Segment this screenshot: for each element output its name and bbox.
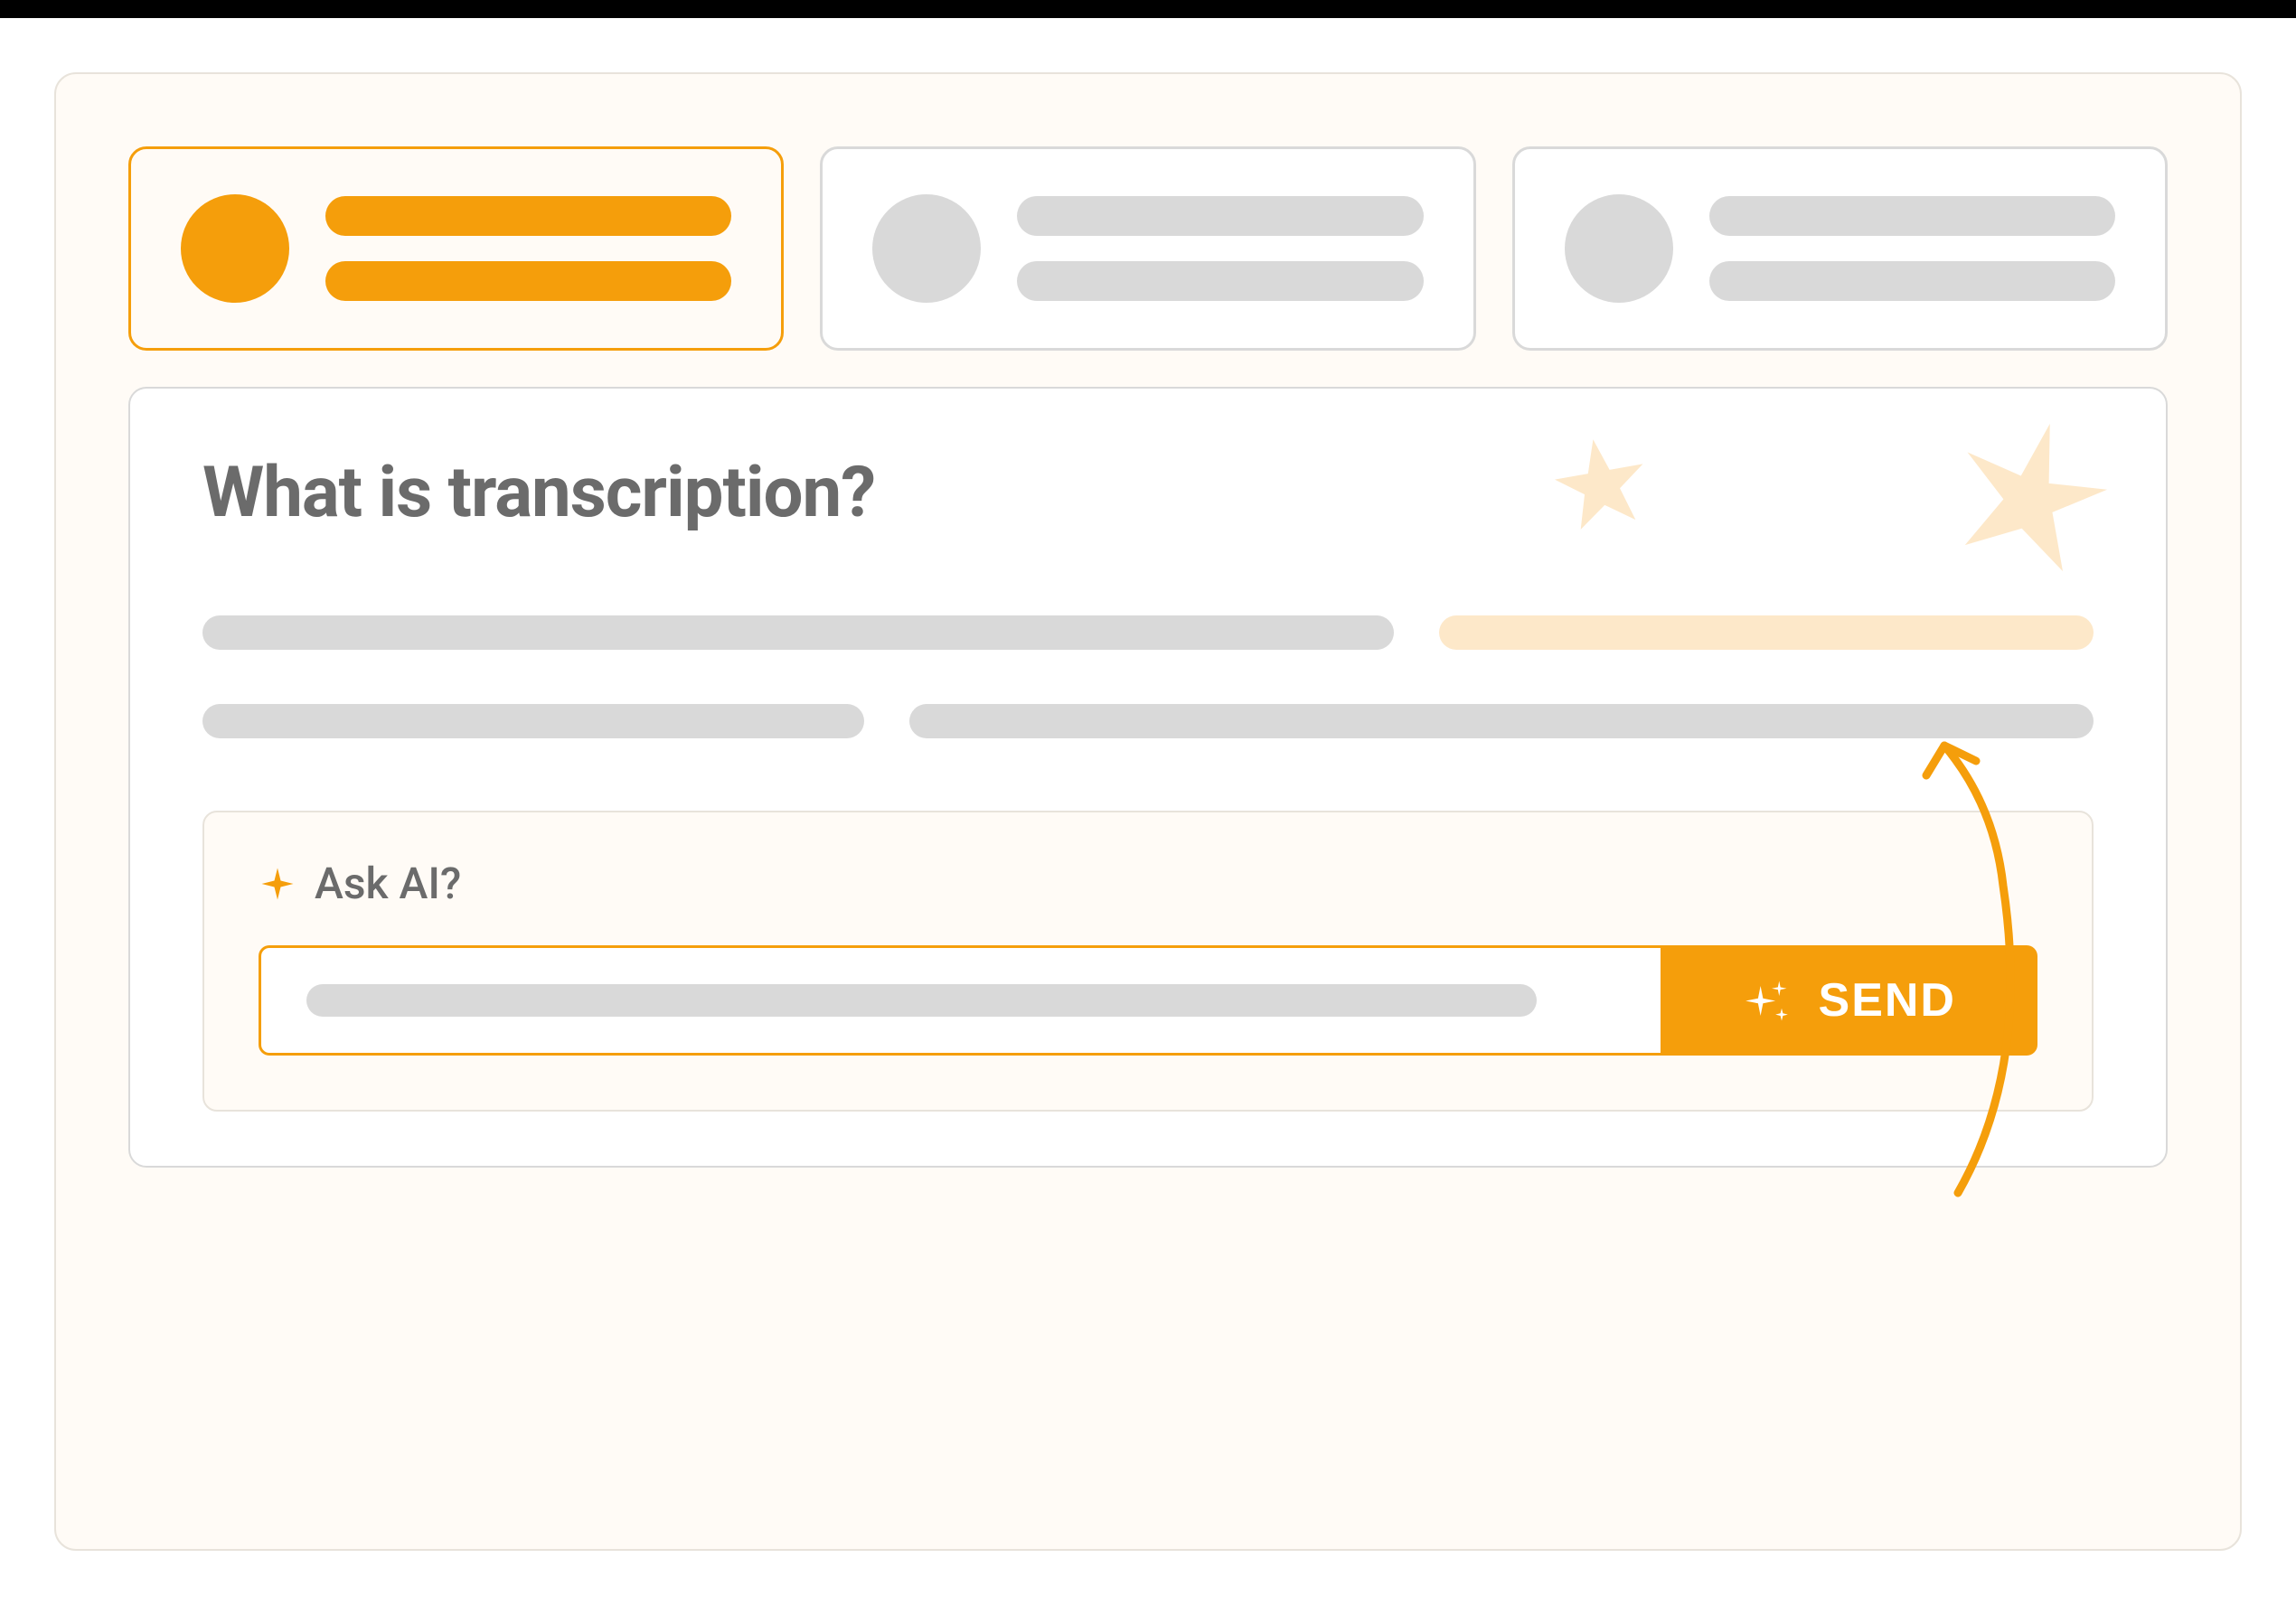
placeholder-line — [1709, 261, 2115, 301]
send-button[interactable]: SEND — [1661, 945, 2037, 1056]
sparkles-icon — [1742, 976, 1792, 1026]
placeholder-line — [1017, 261, 1423, 301]
content-text-block — [202, 615, 2094, 738]
avatar-icon — [1565, 194, 1673, 303]
placeholder-line — [202, 615, 1394, 650]
send-button-label: SEND — [1819, 973, 1956, 1028]
placeholder-line — [325, 261, 731, 301]
ask-ai-container: Ask AI? SEND — [202, 811, 2094, 1112]
content-line-row — [202, 704, 2094, 738]
profile-card-2[interactable] — [820, 146, 1475, 351]
main-content-panel: What is transcription? — [128, 387, 2168, 1168]
avatar-icon — [181, 194, 289, 303]
panel-title: What is transcription? — [202, 452, 2094, 534]
card-text-lines — [325, 196, 731, 301]
placeholder-line — [1017, 196, 1423, 236]
content-line-row — [202, 615, 2094, 650]
profile-card-3[interactable] — [1512, 146, 2168, 351]
sparkle-icon — [259, 865, 296, 903]
placeholder-line — [202, 704, 864, 738]
sparkle-star-icon — [1551, 434, 1651, 533]
app-frame: What is transcription? — [0, 18, 2296, 1605]
sparkle-star-icon — [1940, 407, 2121, 587]
ask-ai-label: Ask AI? — [315, 858, 461, 909]
placeholder-line — [909, 704, 2094, 738]
placeholder-line — [1709, 196, 2115, 236]
placeholder-line — [325, 196, 731, 236]
outer-container: What is transcription? — [54, 72, 2242, 1551]
card-text-lines — [1017, 196, 1423, 301]
avatar-icon — [872, 194, 981, 303]
input-row: SEND — [259, 945, 2037, 1056]
input-placeholder-line — [306, 984, 1537, 1017]
ai-text-input[interactable] — [259, 945, 1661, 1056]
panel-header: What is transcription? — [202, 452, 2094, 534]
cards-row — [128, 146, 2168, 351]
highlighted-line — [1439, 615, 2094, 650]
profile-card-1[interactable] — [128, 146, 784, 351]
ask-ai-header: Ask AI? — [259, 858, 2037, 909]
card-text-lines — [1709, 196, 2115, 301]
